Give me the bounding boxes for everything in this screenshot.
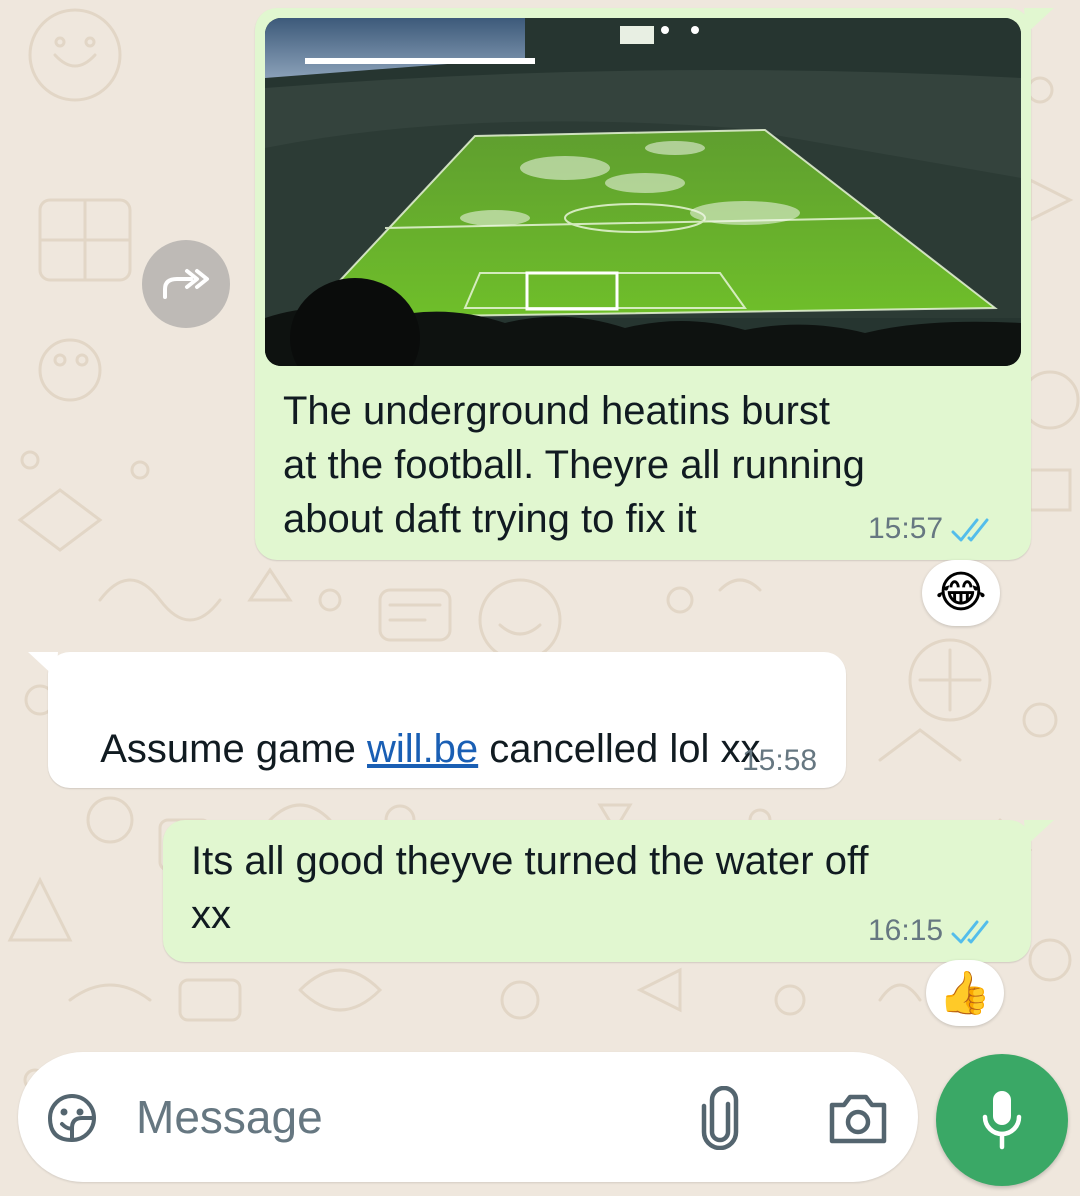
message-input[interactable]: Message [136, 1090, 323, 1144]
incoming-message-text: Assume game will.be cancelled lol xx [78, 668, 838, 776]
stadium-photo-image [265, 18, 1021, 366]
read-ticks-icon [951, 518, 989, 542]
bubble-tail [1024, 8, 1054, 34]
mic-icon [982, 1091, 1022, 1150]
camera-icon [829, 1094, 887, 1144]
camera-button[interactable] [824, 1088, 892, 1148]
message-time: 15:57 [868, 512, 944, 545]
reaction-badge[interactable]: 😂 [922, 560, 1000, 626]
stadium-photo[interactable] [265, 18, 1021, 366]
text-before-link: Assume game [100, 727, 368, 771]
read-ticks-icon [951, 920, 989, 944]
attach-button[interactable] [688, 1084, 752, 1152]
message-time: 16:15 [868, 914, 944, 947]
sticker-button[interactable] [42, 1088, 102, 1148]
text-after-link: cancelled lol xx [478, 727, 761, 771]
message-time: 15:58 [742, 744, 818, 777]
bubble-tail [28, 652, 58, 678]
laughing-emoji-icon: 😂 [935, 568, 987, 617]
forward-button[interactable] [142, 240, 230, 328]
message-composer[interactable]: Message [18, 1052, 918, 1182]
bubble-tail [1024, 820, 1054, 846]
message-meta: 15:58 [742, 744, 817, 778]
attach-icon [701, 1086, 739, 1150]
voice-record-button[interactable] [936, 1054, 1068, 1186]
sticker-icon [48, 1094, 96, 1142]
message-meta: 16:15 [868, 914, 997, 948]
message-link[interactable]: will.be [367, 727, 478, 771]
message-meta: 15:57 [868, 512, 997, 546]
thumbs-up-emoji-icon: 👍 [938, 969, 992, 1016]
forward-icon [163, 269, 209, 299]
reaction-badge[interactable]: 👍 [926, 960, 1004, 1026]
